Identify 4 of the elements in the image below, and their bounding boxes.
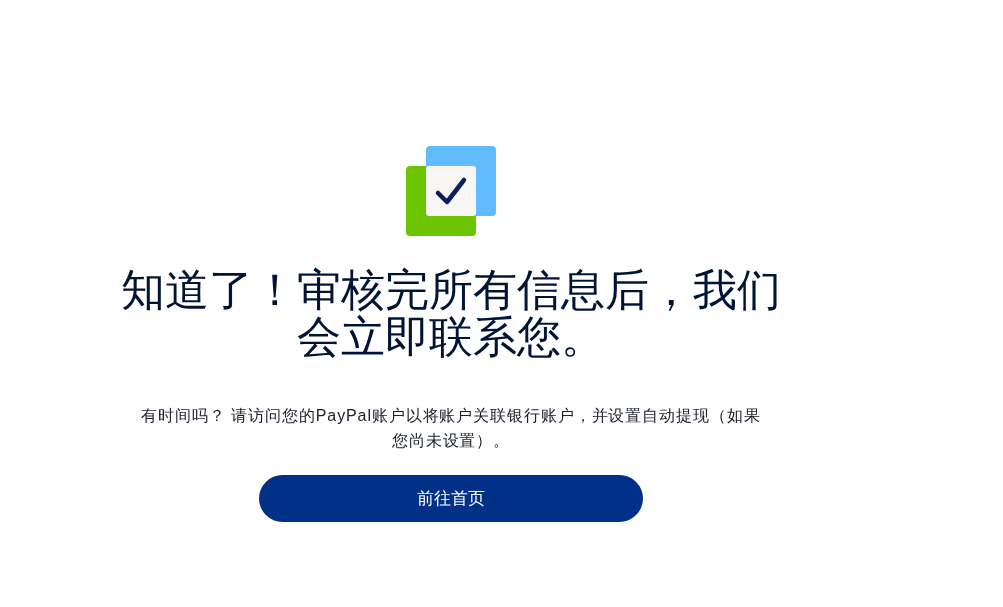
home-button[interactable]: 前往首页 bbox=[259, 475, 643, 522]
checkmark-squares-icon bbox=[406, 146, 496, 236]
confirmation-heading: 知道了！审核完所有信息后，我们会立即联系您。 bbox=[120, 266, 782, 360]
message-text: 有时间吗？ 请访问您的PayPal账户以将账户关联银行账户，并设置自动提现（如果您尚未设置）。 bbox=[140, 406, 762, 451]
